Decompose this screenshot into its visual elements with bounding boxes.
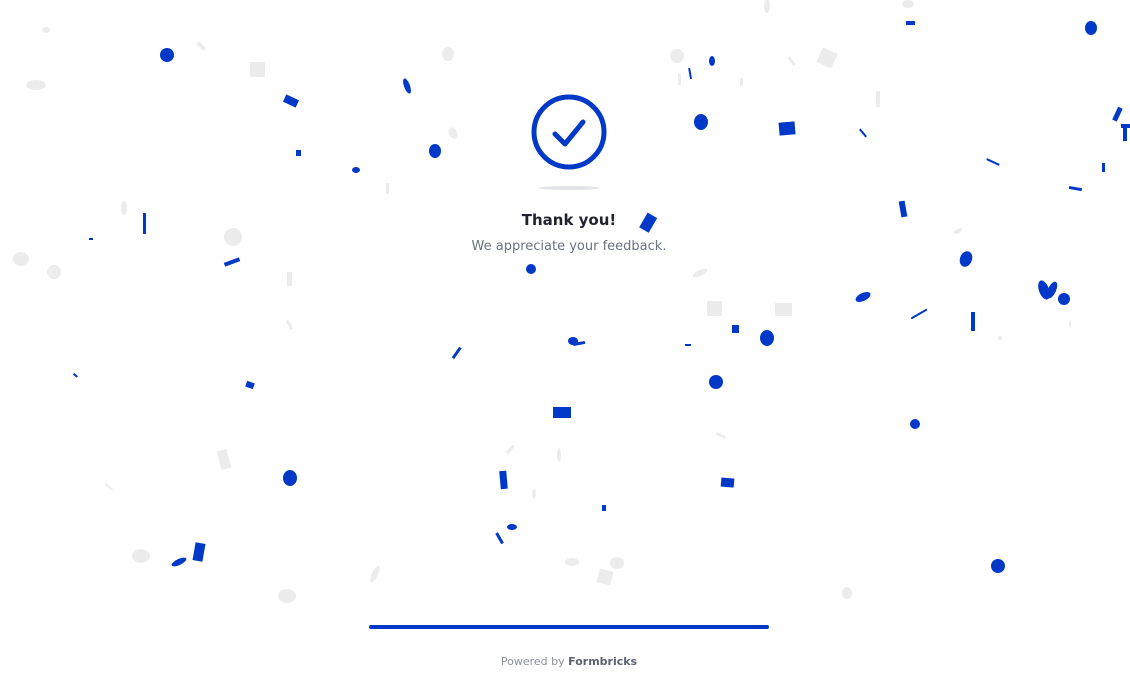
survey-progress-bar [369, 625, 769, 629]
powered-by-footer: Powered by Formbricks [369, 654, 769, 670]
thank-you-subtitle: We appreciate your feedback. [471, 239, 667, 254]
check-icon-shadow [538, 186, 600, 190]
formbricks-link[interactable]: Formbricks [568, 655, 637, 668]
thank-you-card: Thank you! We appreciate your feedback. [369, 92, 769, 256]
powered-by-prefix: Powered by [500, 655, 565, 668]
thank-you-page: Thank you! We appreciate your feedback. … [0, 0, 1130, 682]
survey-progress-fill [369, 625, 769, 629]
thank-you-title: Thank you! [521, 211, 617, 229]
check-circle-icon [529, 92, 609, 192]
